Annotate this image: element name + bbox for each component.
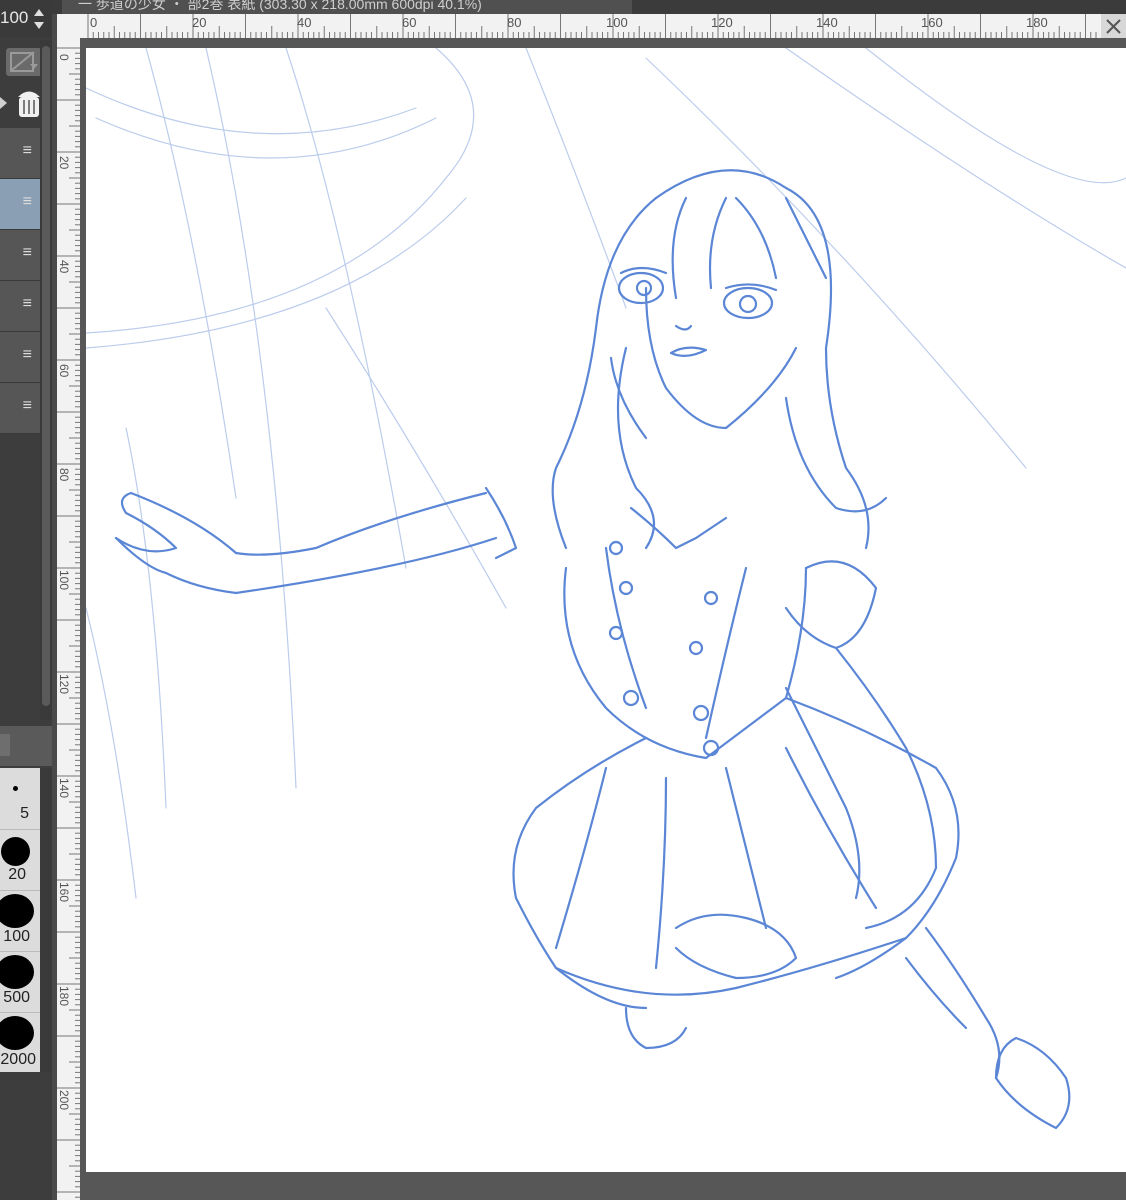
layer-row-4[interactable]: ≡ — [0, 281, 40, 332]
layer-row-3[interactable]: ≡ — [0, 230, 40, 281]
sub-tool-tab[interactable] — [0, 734, 10, 756]
layer-panel: 100 ≡ ≡ ≡ ≡ ≡ ≡ 5 20 100 500 2000 — [0, 0, 52, 1200]
ruler-label: 60 — [57, 364, 71, 378]
ruler-label: 0 — [90, 15, 98, 30]
ruler-label: 120 — [57, 674, 71, 695]
layer-mask-icon[interactable] — [4, 44, 44, 80]
drawing-canvas[interactable] — [85, 47, 1126, 1172]
layer-row-1[interactable]: ≡ — [0, 128, 40, 179]
brush-scrollbar[interactable] — [40, 768, 52, 1072]
ruler-label: 160 — [921, 15, 943, 30]
document-tab-bar: 一 歩道の少女 ・ 部2巻 表紙 (303.30 x 218.00mm 600d… — [52, 0, 1126, 14]
ruler-label: 180 — [1026, 15, 1048, 30]
brush-preview-dot — [0, 894, 34, 928]
sub-tool-header — [0, 726, 52, 766]
ruler-label: 20 — [57, 156, 71, 170]
brush-size-label: 100 — [3, 928, 30, 945]
layer-menu-icon[interactable]: ≡ — [23, 192, 32, 212]
brush-size-label: 2000 — [0, 1051, 36, 1068]
layer-row-6[interactable]: ≡ — [0, 383, 40, 434]
horizontal-ruler[interactable]: 0 20 40 60 80 100 120 140 160 180 — [80, 14, 1101, 38]
layer-menu-icon[interactable]: ≡ — [23, 396, 32, 416]
dropdown-arrow-icon[interactable] — [0, 88, 12, 118]
brush-size-2000[interactable]: 2000 — [0, 1012, 40, 1073]
document-tab[interactable]: 一 歩道の少女 ・ 部2巻 表紙 (303.30 x 218.00mm 600d… — [62, 0, 632, 14]
layer-row-2-selected[interactable]: ≡ — [0, 179, 40, 230]
ruler-label: 20 — [192, 15, 207, 30]
ruler-label: 80 — [507, 15, 522, 30]
brush-size-5[interactable]: 5 — [0, 768, 40, 830]
brush-preview-dot — [0, 1016, 34, 1050]
ruler-label: 60 — [402, 15, 417, 30]
opacity-control[interactable]: 100 — [0, 0, 52, 38]
brush-size-panel: 5 20 100 500 2000 — [0, 768, 40, 1072]
brush-size-20[interactable]: 20 — [0, 829, 40, 891]
brush-size-500[interactable]: 500 — [0, 951, 40, 1013]
opacity-value[interactable]: 100 — [0, 8, 28, 28]
ruler-label: 80 — [57, 468, 71, 482]
navigator-icon[interactable] — [1101, 14, 1126, 38]
brush-preview-dot — [0, 955, 34, 989]
ruler-label: 200 — [57, 1090, 71, 1111]
brush-size-100[interactable]: 100 — [0, 890, 40, 952]
layer-menu-icon[interactable]: ≡ — [23, 345, 32, 365]
layer-menu-icon[interactable]: ≡ — [23, 294, 32, 314]
ruler-label: 100 — [57, 570, 71, 591]
ruler-label: 40 — [297, 15, 312, 30]
brush-size-label: 5 — [20, 805, 29, 822]
brush-size-label: 20 — [8, 866, 26, 883]
layer-row-5[interactable]: ≡ — [0, 332, 40, 383]
brush-preview-dot — [13, 786, 18, 791]
spin-arrows-icon[interactable] — [31, 6, 47, 32]
ruler-label: 0 — [57, 54, 71, 61]
layer-menu-icon[interactable]: ≡ — [23, 141, 32, 161]
sketch-artwork — [85, 47, 1126, 1130]
ruler-label: 140 — [816, 15, 838, 30]
layer-scrollbar-thumb[interactable] — [42, 46, 50, 706]
ruler-label: 100 — [606, 15, 628, 30]
ruler-label: 140 — [57, 778, 71, 799]
ruler-label: 180 — [57, 986, 71, 1007]
trash-icon[interactable] — [15, 88, 43, 120]
ruler-label: 120 — [711, 15, 733, 30]
vertical-ruler[interactable]: 0 20 40 60 80 100 120 140 160 180 200 — [57, 38, 80, 1200]
horizontal-ruler-ticks — [87, 14, 1097, 38]
ruler-label: 160 — [57, 882, 71, 903]
layer-scrollbar[interactable] — [40, 40, 52, 720]
ruler-label: 40 — [57, 260, 71, 274]
ruler-corner — [57, 14, 80, 38]
layer-menu-icon[interactable]: ≡ — [23, 243, 32, 263]
layer-list: ≡ ≡ ≡ ≡ ≡ ≡ — [0, 128, 40, 434]
vertical-ruler-ticks — [57, 47, 80, 1198]
brush-preview-dot — [1, 837, 30, 866]
brush-size-label: 500 — [3, 989, 30, 1006]
